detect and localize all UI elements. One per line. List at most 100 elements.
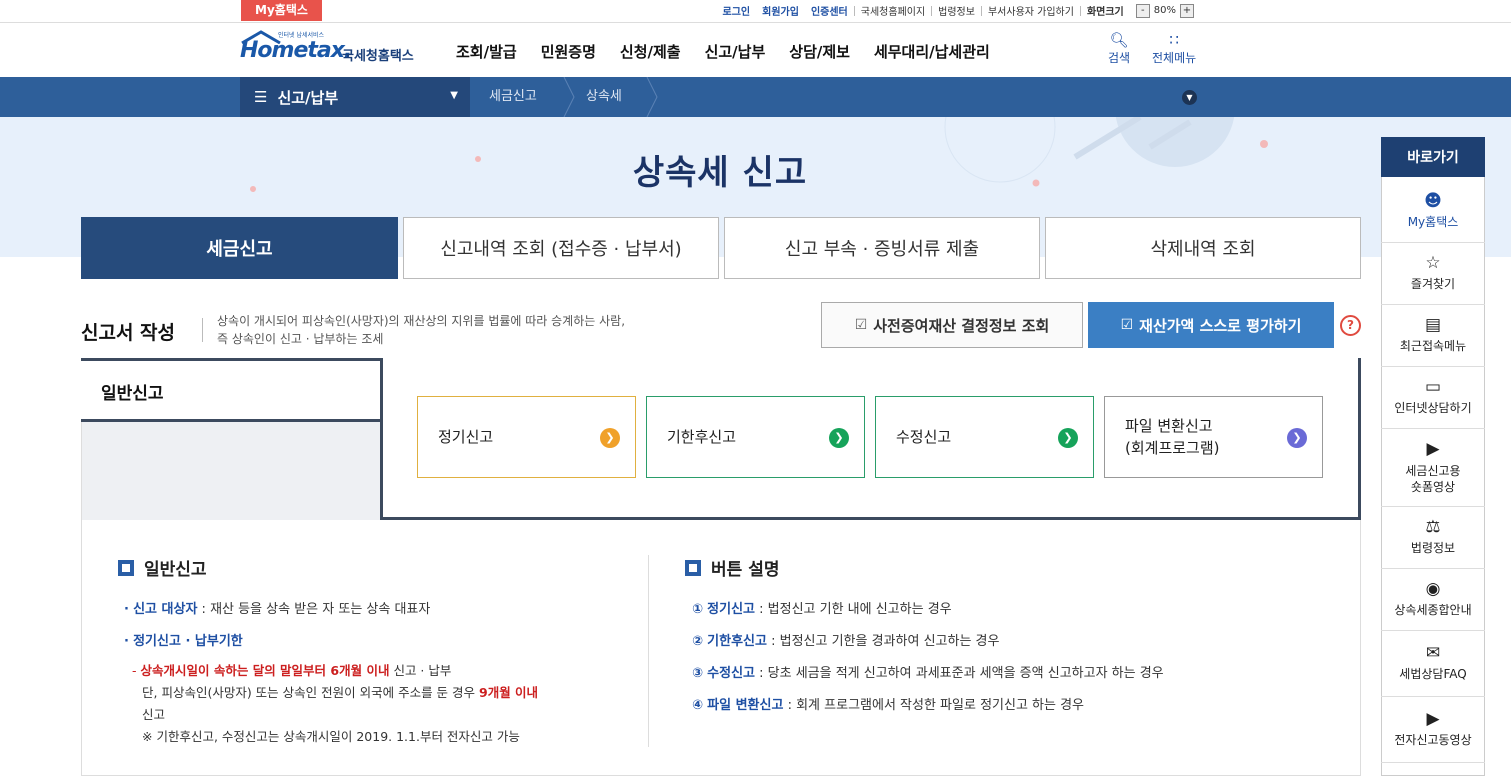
- quick-label: 숏폼영상: [1410, 480, 1456, 494]
- play-icon: ▶: [1426, 439, 1440, 459]
- all-menu-label: 전체메뉴: [1152, 51, 1197, 65]
- detail-text: 신고 · 납부: [389, 663, 452, 678]
- nav-inquiry[interactable]: 조회/발급: [456, 41, 517, 62]
- nav-tax-agent[interactable]: 세무대리/납세관리: [874, 41, 990, 62]
- amended-report-button[interactable]: 수정신고 ❯: [875, 396, 1094, 478]
- button-label: 재산가액 스스로 평가하기: [1139, 316, 1302, 335]
- breadcrumb-inheritance-tax[interactable]: 상속세: [586, 77, 622, 117]
- play-icon: ▶: [1426, 709, 1440, 729]
- general-report-label: 일반신고: [81, 358, 383, 422]
- quick-law-info[interactable]: ⚖ 법령정보: [1381, 507, 1485, 569]
- button-desc-item: ① 정기신고 : 법정신고 기한 내에 신고하는 경우: [692, 598, 952, 617]
- quick-inheritance-guide[interactable]: ◉ 상속세종합안내: [1381, 569, 1485, 631]
- monitor-icon: ▭: [1424, 377, 1442, 397]
- button-label: 사전증여재산 결정정보 조회: [873, 316, 1050, 335]
- dash: -: [132, 663, 137, 678]
- quick-e-report-video[interactable]: ▶ 전자신고동영상: [1381, 697, 1485, 763]
- dept-user-signup-link[interactable]: 부서사용자 가입하기: [982, 3, 1080, 18]
- quick-shortform-video[interactable]: ▶ 세금신고용 숏폼영상: [1381, 429, 1485, 507]
- button-desc-item: ④ 파일 변환신고 : 회계 프로그램에서 작성한 파일로 정기신고 하는 경우: [692, 694, 1084, 713]
- chevron-down-icon[interactable]: ▼: [1182, 90, 1197, 105]
- zoom-in-button[interactable]: +: [1180, 3, 1194, 18]
- section-title: 신고서 작성: [81, 322, 176, 344]
- signup-link[interactable]: 회원가입: [756, 3, 805, 18]
- detail-text: 단, 피상속인(사망자) 또는 상속인 전원이 외국에 주소를 둔 경우: [142, 685, 479, 700]
- section-description: 상속이 개시되어 피상속인(사망자)의 재산상의 지위를 법률에 따라 승계하는…: [217, 312, 625, 348]
- checkbox-icon: ☑: [854, 317, 868, 333]
- button-desc-item: ② 기한후신고 : 법정신고 기한을 경과하여 신고하는 경우: [692, 630, 999, 649]
- tab-attachment-submit[interactable]: 신고 부속 · 증빙서류 제출: [724, 217, 1040, 279]
- nts-home-link[interactable]: 국세청홈페이지: [855, 3, 931, 18]
- login-link[interactable]: 로그인: [717, 3, 757, 18]
- late-report-button[interactable]: 기한후신고 ❯: [646, 396, 865, 478]
- item-number: ②: [692, 634, 704, 649]
- file-conversion-report-button[interactable]: 파일 변환신고 (회계프로그램) ❯: [1104, 396, 1323, 478]
- zoom-control: - 80% +: [1135, 3, 1194, 18]
- bullet-dot: ·: [124, 602, 129, 617]
- quick-favorites[interactable]: ☆ 즐겨찾기: [1381, 243, 1485, 305]
- nav-consult[interactable]: 상담/제보: [789, 41, 850, 62]
- pre-gift-lookup-button[interactable]: ☑ 사전증여재산 결정정보 조회: [821, 302, 1083, 348]
- hometax-logo[interactable]: 인터넷 납세서비스 Hometax. 국세청홈택스: [240, 30, 422, 70]
- detail-line: - 상속개시일이 속하는 달의 말일부터 6개월 이내 신고 · 납부: [132, 660, 538, 682]
- item-number: ①: [692, 602, 704, 617]
- all-menu-button[interactable]: ∷ 전체메뉴: [1152, 31, 1196, 66]
- category-dropdown[interactable]: ☰ 신고/납부 ▼: [240, 77, 470, 117]
- item-text: : 회계 프로그램에서 작성한 파일로 정기신고 하는 경우: [783, 698, 1085, 713]
- quick-label: 상속세종합안내: [1394, 603, 1472, 617]
- page-title: 상속세 신고: [632, 153, 808, 193]
- button-desc-item: ③ 수정신고 : 당초 세금을 적게 신고하여 과세표준과 세액을 증액 신고하…: [692, 662, 1164, 681]
- main-nav: 조회/발급 민원증명 신청/제출 신고/납부 상담/제보 세무대리/납세관리: [456, 41, 990, 62]
- zoom-out-button[interactable]: -: [1135, 3, 1150, 18]
- nav-report-payment[interactable]: 신고/납부: [705, 41, 766, 62]
- option-label: 정기신고: [438, 428, 494, 446]
- target-label: 신고 대상자: [133, 602, 198, 617]
- quick-tax-faq[interactable]: ✉ 세법상담FAQ: [1381, 631, 1485, 697]
- breadcrumb-tax-report[interactable]: 세금신고: [489, 77, 537, 117]
- arrow-right-icon: ❯: [1287, 428, 1307, 448]
- quick-my-hometax[interactable]: ☻ My홈택스: [1381, 185, 1485, 243]
- deadline-label: 정기신고 · 납부기한: [133, 634, 243, 649]
- regular-report-button[interactable]: 정기신고 ❯: [417, 396, 636, 478]
- law-info-link[interactable]: 법령정보: [932, 3, 981, 18]
- cert-center-link[interactable]: 인증센터: [805, 3, 854, 18]
- heading-text: 버튼 설명: [711, 560, 780, 580]
- deadline-detail: - 상속개시일이 속하는 달의 말일부터 6개월 이내 신고 · 납부 단, 피…: [132, 660, 538, 748]
- star-icon: ☆: [1425, 253, 1441, 273]
- quick-label: 최근접속메뉴: [1399, 339, 1467, 353]
- quick-menu-title: 바로가기: [1381, 137, 1485, 177]
- option-line: 파일 변환신고: [1125, 417, 1213, 435]
- arrow-right-icon: ❯: [600, 428, 620, 448]
- search-button[interactable]: 🔍︎ 검색: [1108, 31, 1130, 66]
- breadcrumb-bar: [0, 77, 1511, 117]
- option-label: 수정신고: [896, 428, 952, 446]
- target-text: : 재산 등을 상속 받은 자 또는 상속 대표자: [197, 602, 431, 617]
- quick-label: 세법상담FAQ: [1399, 667, 1467, 681]
- item-label: 기한후신고: [707, 634, 767, 649]
- item-number: ④: [692, 698, 704, 713]
- my-hometax-tab[interactable]: My홈택스: [241, 0, 322, 21]
- checkbox-icon: ☑: [1120, 317, 1134, 333]
- self-evaluate-button[interactable]: ☑ 재산가액 스스로 평가하기: [1088, 302, 1334, 348]
- user-icon: ☻: [1424, 191, 1442, 211]
- coins-icon: ◉: [1425, 579, 1441, 599]
- tab-report-history[interactable]: 신고내역 조회 (접수증 · 납부서): [403, 217, 719, 279]
- quick-online-consult[interactable]: ▭ 인터넷상담하기: [1381, 367, 1485, 429]
- quick-recent-menu[interactable]: ▤ 최근접속메뉴: [1381, 305, 1485, 367]
- nav-certificate[interactable]: 민원증명: [541, 41, 596, 62]
- arrow-right-icon: ❯: [1058, 428, 1078, 448]
- logo-main: Hometax.: [240, 38, 352, 63]
- bullet-dot: ·: [124, 634, 129, 649]
- shade-panel: [82, 420, 380, 520]
- tab-deleted-history[interactable]: 삭제내역 조회: [1045, 217, 1361, 279]
- chevron-right-icon: [646, 77, 658, 117]
- hamburger-icon: ☰: [254, 88, 268, 106]
- nav-application[interactable]: 신청/제출: [620, 41, 681, 62]
- category-label: 신고/납부: [277, 88, 339, 107]
- tab-tax-report[interactable]: 세금신고: [81, 217, 398, 279]
- detail-note: ※ 기한후신고, 수정신고는 상속개시일이 2019. 1.1.부터 전자신고 …: [142, 729, 520, 744]
- panel-border: [380, 420, 383, 520]
- search-icon: 🔍︎: [1109, 31, 1129, 49]
- help-icon[interactable]: ?: [1340, 315, 1361, 336]
- column-divider: [648, 555, 649, 747]
